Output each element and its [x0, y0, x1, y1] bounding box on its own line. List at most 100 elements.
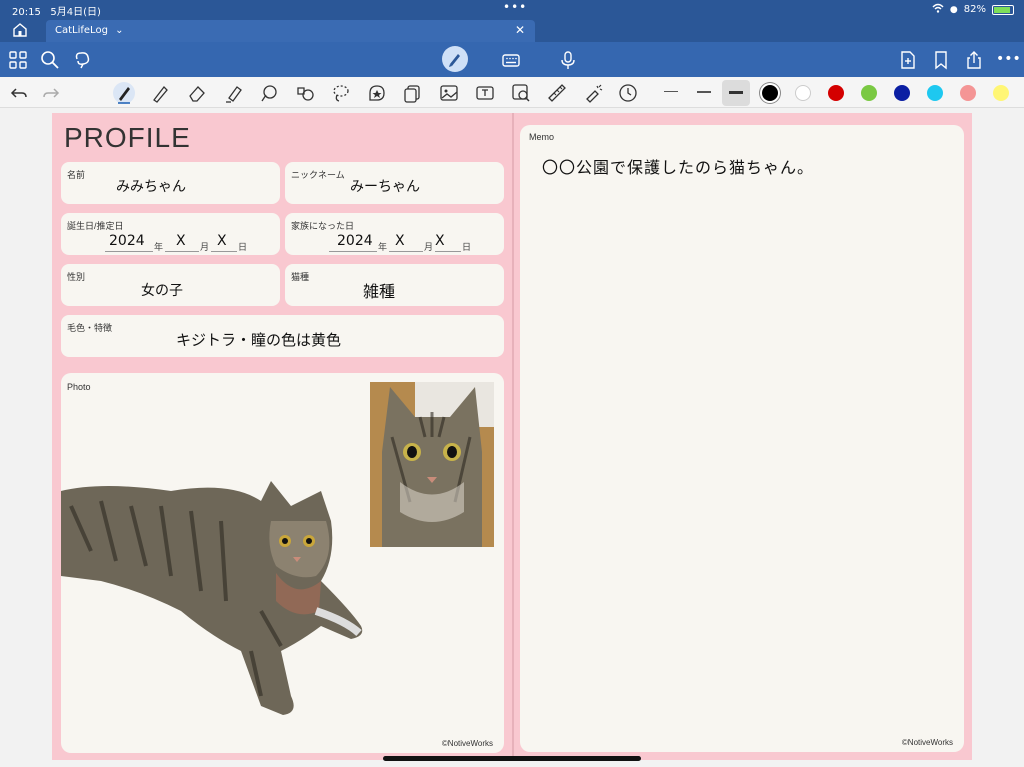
- battery-percent: 82%: [963, 4, 986, 15]
- birthday-field[interactable]: 誕生日/推定日 2024 年 X 月 X 日: [61, 213, 280, 255]
- tab-bar: CatLifeLog ⌄ ✕: [0, 18, 1024, 42]
- birthday-month: X: [176, 233, 186, 249]
- birthday-label: 誕生日/推定日: [67, 221, 124, 231]
- breed-value: 雑種: [363, 282, 396, 301]
- laser-icon[interactable]: [582, 82, 604, 104]
- multitasking-dots[interactable]: •••: [503, 0, 527, 14]
- status-bar: 20:15 5月4日(日) ••• ● 82%: [0, 0, 1024, 18]
- nickname-value: みーちゃん: [350, 179, 420, 195]
- breed-field[interactable]: 猫種 雑種: [285, 264, 504, 306]
- unit-year: 年: [378, 243, 388, 253]
- color-swatch-navy[interactable]: [894, 85, 910, 101]
- pencil-icon[interactable]: [149, 82, 171, 104]
- sex-field[interactable]: 性別 女の子: [61, 264, 280, 306]
- eraser-icon[interactable]: [186, 82, 208, 104]
- stroke-medium-option[interactable]: [697, 91, 711, 93]
- name-field[interactable]: 名前 みみちゃん: [61, 162, 280, 204]
- underline: [389, 251, 423, 252]
- lasso-hand-icon[interactable]: [72, 49, 94, 71]
- status-right: ● 82%: [932, 3, 1014, 16]
- color-swatch-yellow[interactable]: [993, 85, 1009, 101]
- notebook-canvas[interactable]: PROFILE 名前 みみちゃん ニックネーム みーちゃん 誕生日/推定日 20…: [0, 108, 1024, 767]
- shapes-fill-icon[interactable]: [294, 82, 316, 104]
- more-icon[interactable]: •••: [996, 51, 1021, 73]
- shape-icon[interactable]: [258, 82, 280, 104]
- family-day-year: 2024: [337, 233, 373, 249]
- coat-field[interactable]: 毛色・特徴 キジトラ・瞳の色は黄色: [61, 315, 504, 357]
- birthday-day: X: [217, 233, 227, 249]
- search-icon[interactable]: [39, 49, 61, 71]
- unit-day: 日: [238, 243, 248, 253]
- family-day-field[interactable]: 家族になった日 2024 年 X 月 X 日: [285, 213, 504, 255]
- coat-label: 毛色・特徴: [67, 323, 113, 333]
- image-search-icon[interactable]: [510, 82, 532, 104]
- clock-icon[interactable]: [617, 82, 639, 104]
- cat-portrait-photo[interactable]: [370, 382, 494, 547]
- family-day-day: X: [435, 233, 445, 249]
- sex-label: 性別: [67, 272, 86, 282]
- drawing-toolbar: [0, 77, 1024, 108]
- chevron-down-icon[interactable]: ⌄: [115, 25, 123, 36]
- unit-year: 年: [154, 243, 164, 253]
- tab-catlifelog[interactable]: CatLifeLog ⌄ ✕: [46, 20, 535, 42]
- underline: [329, 251, 377, 252]
- pen-icon[interactable]: [113, 82, 135, 104]
- page-divider: [512, 113, 514, 760]
- add-page-icon[interactable]: [897, 49, 919, 71]
- close-icon[interactable]: ✕: [515, 23, 525, 37]
- image-icon[interactable]: [438, 82, 460, 104]
- color-swatch-red[interactable]: [828, 85, 844, 101]
- unit-day: 日: [462, 243, 472, 253]
- share-icon[interactable]: [963, 49, 985, 71]
- underline: [165, 251, 199, 252]
- family-day-label: 家族になった日: [291, 221, 355, 231]
- coat-value: キジトラ・瞳の色は黄色: [176, 331, 342, 349]
- undo-icon[interactable]: [8, 82, 30, 104]
- bookmark-icon[interactable]: [930, 49, 952, 71]
- wifi-icon: [932, 3, 944, 16]
- keyboard-icon[interactable]: [500, 49, 522, 71]
- status-time: 20:15 5月4日(日): [12, 7, 101, 18]
- grid-icon[interactable]: [7, 49, 29, 71]
- cat-lying-photo[interactable]: [61, 461, 371, 726]
- memo-page[interactable]: Memo 〇〇公園で保護したのら猫ちゃん。 ©NotiveWorks: [514, 113, 972, 760]
- underline: [211, 251, 237, 252]
- home-icon[interactable]: [10, 21, 30, 39]
- textbox-icon[interactable]: [474, 82, 496, 104]
- color-swatch-cyan[interactable]: [927, 85, 943, 101]
- copyright-text: ©NotiveWorks: [901, 738, 953, 747]
- highlighter-icon[interactable]: [222, 82, 244, 104]
- underline: [435, 251, 461, 252]
- unit-month: 月: [200, 243, 210, 253]
- memo-handwritten-text: 〇〇公園で保護したのら猫ちゃん。: [542, 158, 815, 177]
- stroke-thick-option-selected[interactable]: [722, 80, 750, 106]
- lasso-icon[interactable]: [330, 82, 352, 104]
- memo-area[interactable]: Memo 〇〇公園で保護したのら猫ちゃん。 ©NotiveWorks: [520, 125, 964, 752]
- stroke-thin-option[interactable]: [664, 91, 678, 92]
- battery-icon: [992, 4, 1014, 15]
- profile-page[interactable]: PROFILE 名前 みみちゃん ニックネーム みーちゃん 誕生日/推定日 20…: [52, 113, 512, 760]
- breed-label: 猫種: [291, 272, 310, 282]
- color-swatch-white[interactable]: [795, 85, 811, 101]
- nickname-label: ニックネーム: [291, 170, 345, 180]
- sex-value: 女の子: [141, 283, 183, 299]
- nickname-field[interactable]: ニックネーム みーちゃん: [285, 162, 504, 204]
- unit-month: 月: [424, 243, 434, 253]
- location-icon: ●: [949, 4, 958, 15]
- color-swatch-pink[interactable]: [960, 85, 976, 101]
- home-indicator[interactable]: [383, 756, 641, 761]
- ruler-icon[interactable]: [546, 82, 568, 104]
- photo-label: Photo: [67, 382, 91, 392]
- sticker-icon[interactable]: [366, 82, 388, 104]
- birthday-year: 2024: [109, 233, 145, 249]
- photo-area[interactable]: Photo ©NotiveWorks: [61, 373, 504, 753]
- tab-title: CatLifeLog: [55, 25, 108, 36]
- microphone-icon[interactable]: [557, 49, 579, 71]
- main-toolbar: •••: [0, 42, 1024, 77]
- color-swatch-green[interactable]: [861, 85, 877, 101]
- pen-mode-icon[interactable]: [442, 46, 468, 72]
- copy-icon[interactable]: [401, 82, 423, 104]
- redo-icon[interactable]: [40, 82, 62, 104]
- color-swatch-black[interactable]: [762, 85, 778, 101]
- family-day-month: X: [395, 233, 405, 249]
